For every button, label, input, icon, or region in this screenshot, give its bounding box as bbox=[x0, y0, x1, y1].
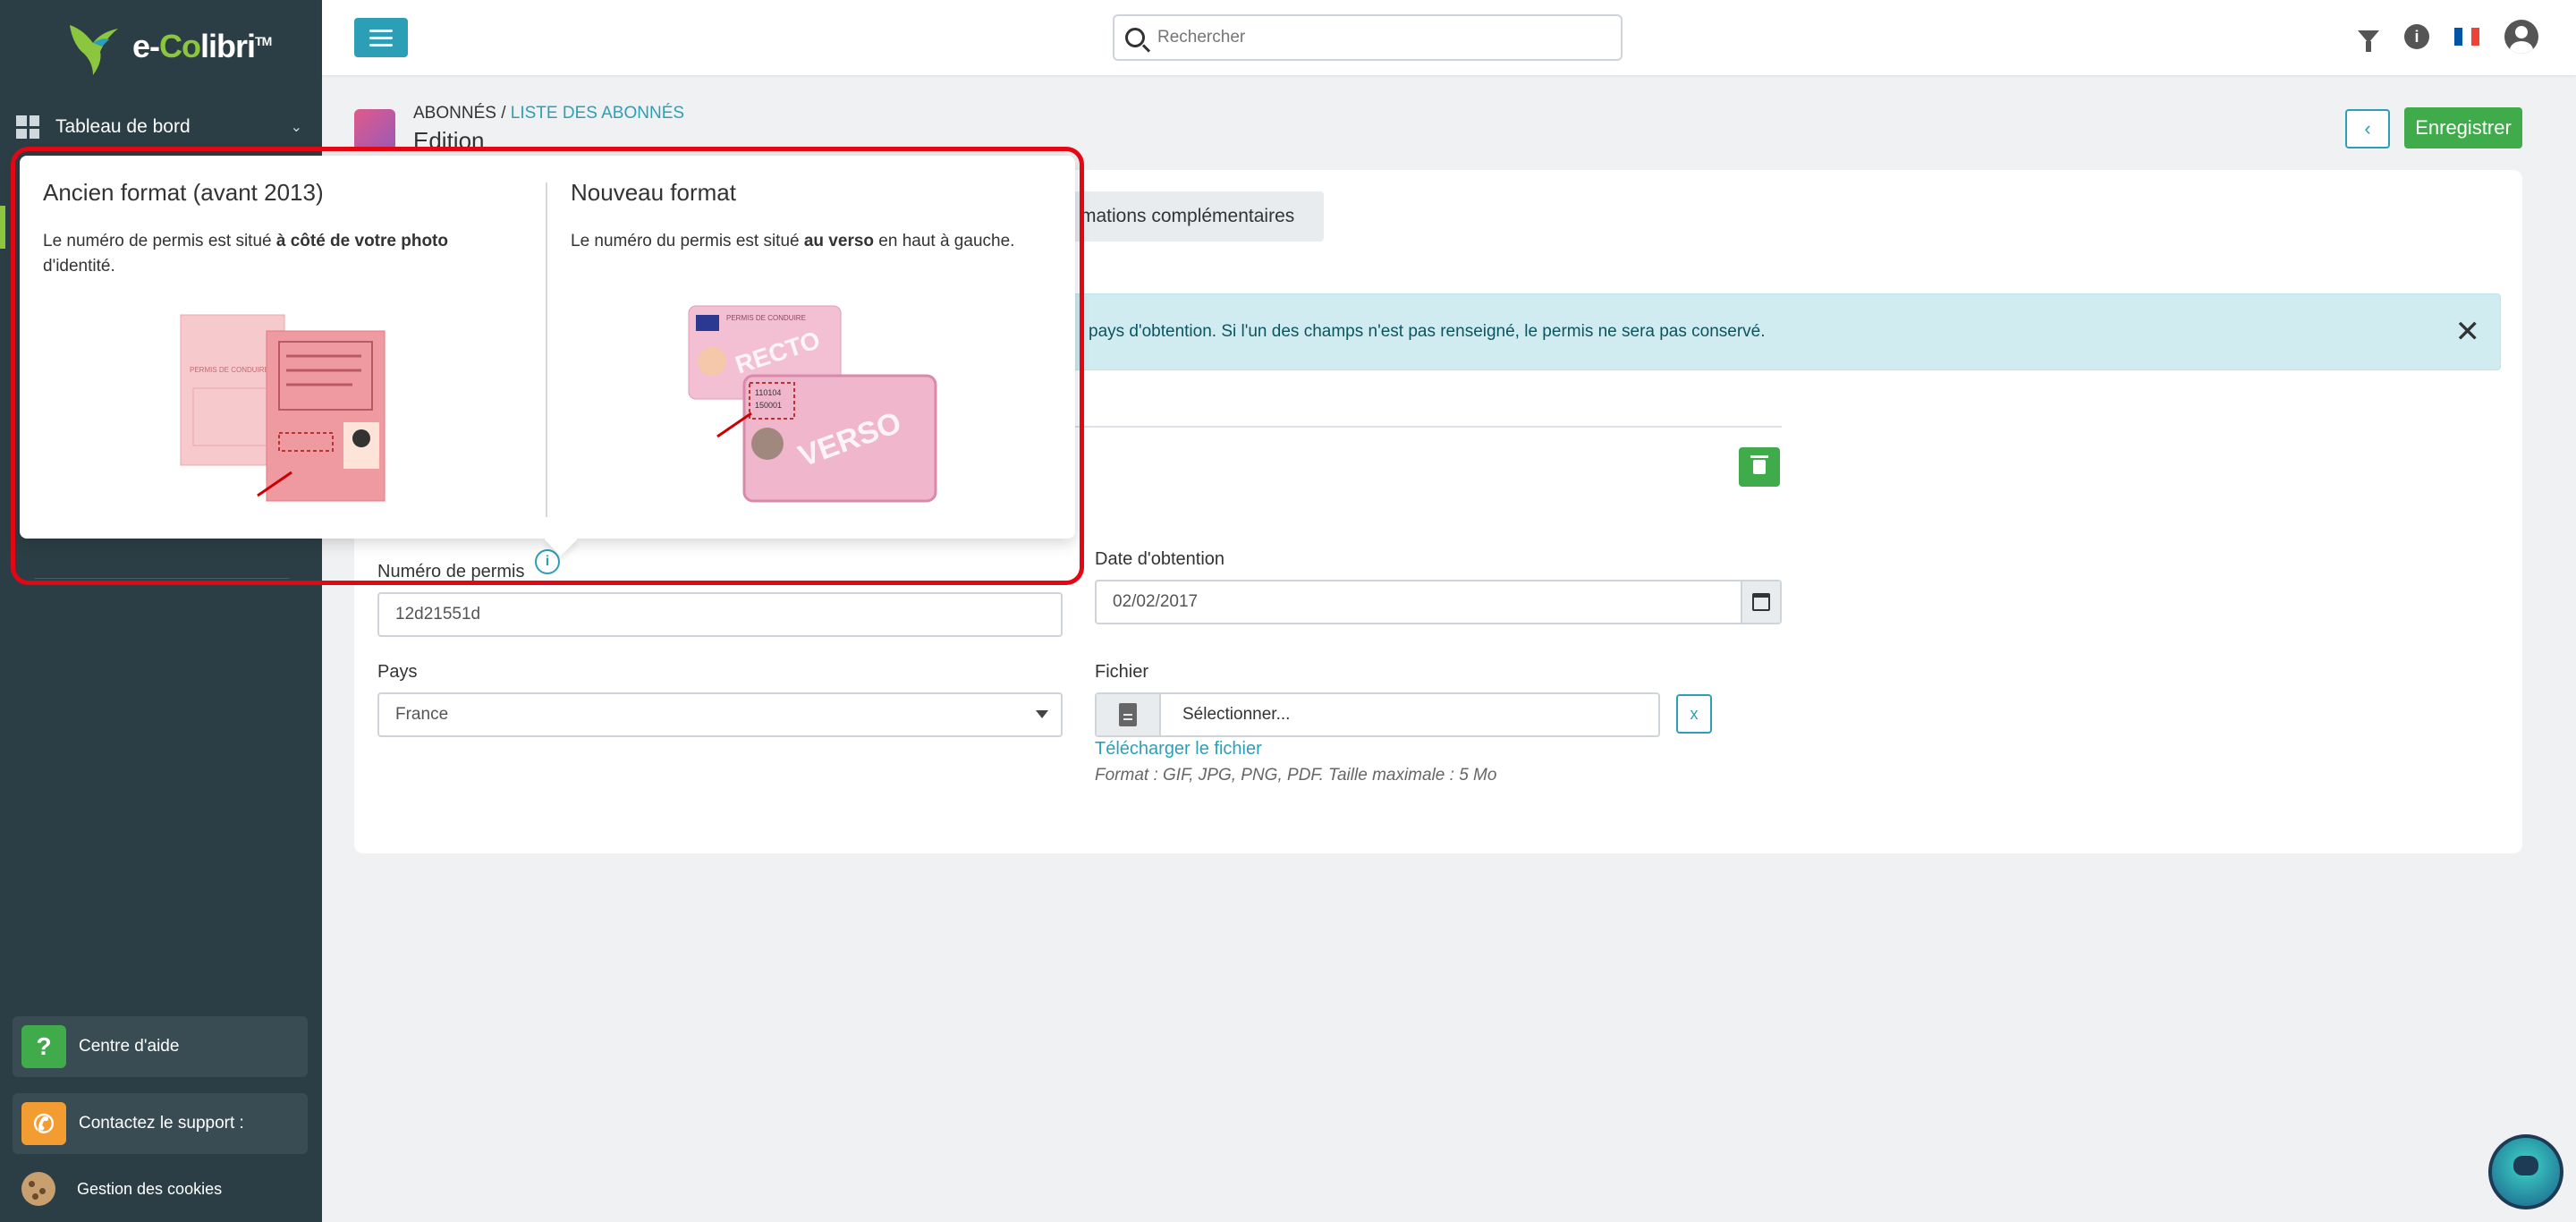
obtention-date-value: 02/02/2017 bbox=[1113, 592, 1199, 611]
breadcrumb: ABONNÉS / LISTE DES ABONNÉS bbox=[413, 104, 684, 123]
top-actions: i bbox=[2358, 20, 2538, 54]
hummingbird-logo-icon bbox=[63, 16, 127, 77]
tab-complementary-info[interactable]: mations complémentaires bbox=[1061, 191, 1324, 242]
trash-icon bbox=[1750, 455, 1768, 474]
top-bar: i bbox=[322, 0, 2576, 75]
dropdown-caret-icon bbox=[1036, 710, 1048, 718]
help-icon: ? bbox=[21, 1025, 66, 1068]
dashboard-icon bbox=[16, 115, 39, 139]
active-indicator bbox=[0, 206, 5, 249]
contact-support-button[interactable]: ✆ Contactez le support : bbox=[13, 1093, 308, 1154]
file-input-value: Sélectionner... bbox=[1182, 705, 1291, 724]
calendar-icon[interactable] bbox=[1741, 581, 1780, 623]
search-input[interactable] bbox=[1157, 28, 1587, 47]
country-select[interactable]: France bbox=[377, 692, 1063, 737]
close-icon[interactable]: ✕ bbox=[2455, 314, 2481, 350]
help-center-label: Centre d'aide bbox=[79, 1037, 180, 1056]
download-file-link[interactable]: Télécharger le fichier bbox=[1095, 739, 1262, 760]
cookie-icon bbox=[21, 1172, 55, 1206]
country-label: Pays bbox=[377, 662, 418, 682]
sidebar-item-dashboard[interactable]: Tableau de bord ⌄ bbox=[0, 107, 322, 147]
section-divider bbox=[1070, 426, 1782, 428]
filter-icon[interactable] bbox=[2358, 30, 2379, 52]
obtention-date-label: Date d'obtention bbox=[1095, 549, 1225, 569]
file-label: Fichier bbox=[1095, 662, 1149, 682]
app-logo[interactable]: e-ColibriTM bbox=[63, 16, 272, 77]
file-input[interactable]: Sélectionner... bbox=[1095, 692, 1660, 737]
info-icon[interactable]: i bbox=[2404, 24, 2429, 49]
delete-permit-button[interactable] bbox=[1739, 447, 1780, 487]
save-button[interactable]: Enregistrer bbox=[2404, 107, 2522, 149]
file-icon bbox=[1097, 694, 1161, 735]
alert-text: pays d'obtention. Si l'un des champs n'e… bbox=[1089, 322, 1766, 341]
breadcrumb-separator: / bbox=[496, 104, 511, 123]
breadcrumb-root: ABONNÉS bbox=[413, 104, 496, 123]
permit-number-field[interactable]: 12d21551d bbox=[377, 592, 1063, 637]
cookie-settings-label: Gestion des cookies bbox=[77, 1179, 223, 1198]
search-icon bbox=[1125, 28, 1145, 47]
back-button[interactable]: ‹ bbox=[2345, 109, 2390, 149]
breadcrumb-link-subscribers-list[interactable]: LISTE DES ABONNÉS bbox=[511, 104, 684, 123]
help-center-button[interactable]: ? Centre d'aide bbox=[13, 1016, 308, 1077]
highlight-frame bbox=[11, 147, 1084, 585]
phone-icon: ✆ bbox=[21, 1102, 66, 1145]
chevron-down-icon: ⌄ bbox=[290, 120, 302, 135]
contact-support-label: Contactez le support : bbox=[79, 1114, 244, 1133]
cookie-settings-link[interactable]: Gestion des cookies bbox=[21, 1172, 222, 1206]
file-format-hint: Format : GIF, JPG, PNG, PDF. Taille maxi… bbox=[1095, 766, 1497, 785]
country-selected-value: France bbox=[395, 705, 449, 724]
sidebar-item-label: Tableau de bord bbox=[55, 116, 191, 137]
assistant-bot-icon[interactable] bbox=[2488, 1134, 2563, 1209]
flag-fr-icon[interactable] bbox=[2454, 28, 2479, 46]
clear-file-button[interactable]: x bbox=[1676, 694, 1712, 734]
logo-text: e-ColibriTM bbox=[132, 28, 272, 64]
search-box[interactable] bbox=[1113, 14, 1623, 61]
user-icon[interactable] bbox=[2504, 20, 2538, 54]
info-alert: pays d'obtention. Si l'un des champs n'e… bbox=[1070, 293, 2501, 370]
subscribers-page-icon bbox=[354, 109, 395, 150]
obtention-date-field[interactable]: 02/02/2017 bbox=[1095, 580, 1782, 624]
menu-toggle-button[interactable] bbox=[354, 18, 408, 57]
